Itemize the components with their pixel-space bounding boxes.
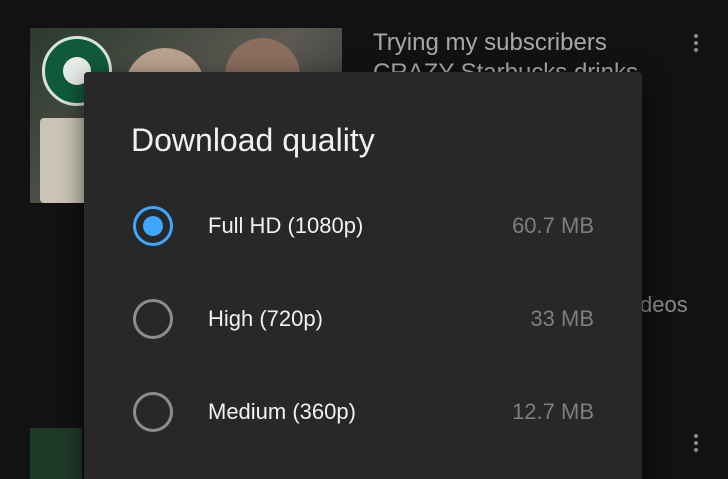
radio-unselected-icon[interactable] bbox=[133, 299, 173, 339]
more-options-icon[interactable] bbox=[693, 434, 699, 452]
radio-selected-icon[interactable] bbox=[133, 206, 173, 246]
video-thumbnail[interactable] bbox=[30, 428, 82, 479]
more-options-icon[interactable] bbox=[693, 34, 699, 52]
option-label: Full HD (1080p) bbox=[208, 213, 364, 238]
quality-option-720p[interactable]: High (720p) 33 MB bbox=[84, 284, 642, 354]
app-screen: Trying my subscribers CRAZY Starbucks dr… bbox=[0, 0, 728, 479]
quality-option-1080p[interactable]: Full HD (1080p) 60.7 MB bbox=[84, 191, 642, 261]
option-size: 60.7 MB bbox=[512, 213, 594, 238]
option-size: 33 MB bbox=[530, 306, 594, 331]
option-label: High (720p) bbox=[208, 306, 323, 331]
option-size: 12.7 MB bbox=[512, 399, 594, 424]
quality-option-360p[interactable]: Medium (360p) 12.7 MB bbox=[84, 377, 642, 447]
dialog-title: Download quality bbox=[131, 122, 375, 158]
download-quality-dialog: Download quality Full HD (1080p) 60.7 MB… bbox=[84, 72, 642, 479]
option-label: Medium (360p) bbox=[208, 399, 356, 424]
radio-unselected-icon[interactable] bbox=[133, 392, 173, 432]
background-text-fragment: deos bbox=[640, 292, 688, 317]
video-title-line1: Trying my subscribers bbox=[373, 29, 607, 56]
